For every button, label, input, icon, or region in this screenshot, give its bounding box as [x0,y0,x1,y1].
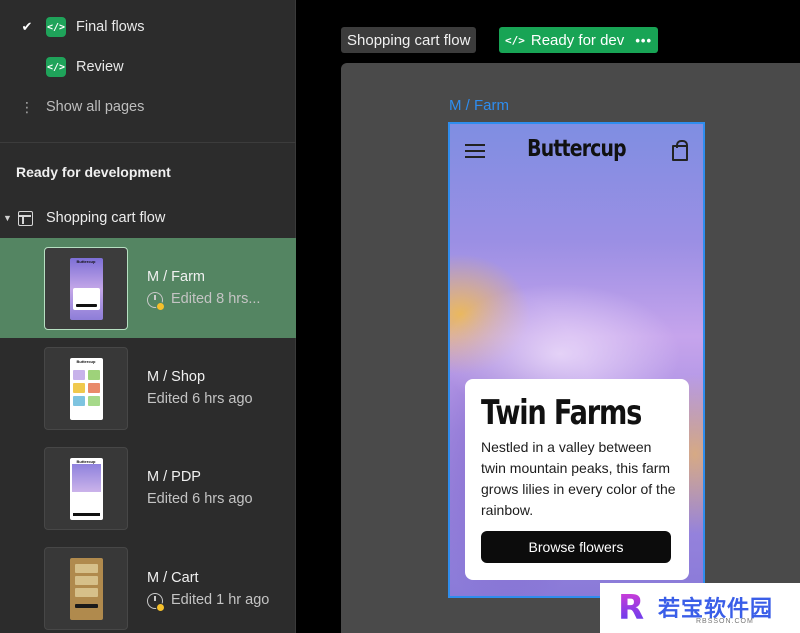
hero-card: Twin Farms Nestled in a valley between t… [465,379,689,580]
ready-for-dev-label: Ready for dev [530,31,625,49]
hero-description: Nestled in a valley between twin mountai… [481,439,676,518]
thumbnail-card [72,287,100,310]
frame-item-pdp[interactable]: Buttercup M / PDP Edited 6 hrs ago [0,438,296,538]
shopping-bag-icon[interactable] [672,140,688,161]
page-item-final-flows[interactable]: ✔ </> Final flows [0,7,296,47]
frame-name: M / Shop [147,369,206,385]
page-item-review[interactable]: </> Review [0,47,296,87]
show-all-pages-label: Show all pages [46,99,145,115]
thumbnail-button [74,603,98,608]
thumbnail-cart [69,557,103,620]
thumbnail-cell [72,369,85,380]
thumbnail-cell [74,587,98,597]
frame-thumbnail [44,547,128,630]
frame-item-shop[interactable]: Buttercup M / Shop Edited 6 hrs ago [0,338,296,438]
sidebar-divider [0,142,296,143]
code-icon: </> [505,33,525,47]
thumbnail-cell [74,563,98,573]
thumbnail-title: Buttercup [76,258,96,264]
frame-edited-time: Edited 6 hrs ago [147,391,253,407]
code-icon: </> [46,17,66,37]
frame-name: M / Farm [147,269,205,285]
watermark-subtext: RBSSON.COM [696,618,754,625]
sidebar: ✔ </> Final flows </> Review ⋮ Show all … [0,0,296,633]
thumbnail-farm: Buttercup [69,257,103,320]
frame-label[interactable]: M / Farm [449,97,509,114]
thumbnail-cell [87,382,100,393]
thumbnail-title: Buttercup [76,358,96,364]
watermark-logo-icon: R [618,591,650,625]
history-icon [147,593,165,612]
frame-thumbnail: Buttercup [44,447,128,530]
page-label: Review [76,59,124,75]
thumbnail-image [71,463,101,492]
check-icon: ✔ [21,19,33,34]
history-icon [147,292,165,311]
thumbnail-cell [87,369,100,380]
ready-for-dev-tag[interactable]: </> Ready for dev ••• [499,27,658,53]
flow-label: Shopping cart flow [46,210,166,226]
show-all-pages-button[interactable]: ⋮ Show all pages [0,87,296,127]
code-icon: </> [46,57,66,77]
frame-name: M / PDP [147,469,201,485]
watermark: R 若宝软件园 RBSSON.COM [600,583,800,633]
frame-thumbnail: Buttercup [44,247,128,330]
frame-edited-time: Edited 1 hr ago [171,592,270,608]
frame-thumbnail: Buttercup [44,347,128,430]
more-dots-icon[interactable]: ••• [635,33,652,48]
flow-tag[interactable]: Shopping cart flow [341,27,477,53]
thumbnail-shop: Buttercup [69,357,103,420]
frame-name: M / Cart [147,570,199,586]
thumbnail-cell [87,395,100,406]
more-vertical-icon: ⋮ [20,99,34,115]
frame-edited-time: Edited 8 hrs... [171,291,261,307]
thumbnail-button [72,512,100,516]
frame-icon [18,211,33,226]
section-title: Ready for development [16,164,171,180]
frame-item-cart[interactable]: M / Cart Edited 1 hr ago [0,538,296,633]
flow-item-shopping-cart[interactable]: ▼ Shopping cart flow [0,204,296,232]
browse-flowers-button[interactable]: Browse flowers [481,531,671,563]
phone-frame[interactable]: Buttercup Twin Farms Nestled in a valley… [448,122,705,598]
thumbnail-pdp: Buttercup [69,457,103,520]
thumbnail-cell [72,395,85,406]
brand-logo: Buttercup [527,136,626,162]
frame-item-farm[interactable]: Buttercup M / Farm Edited 8 hrs... [0,238,296,338]
page-label: Final flows [76,19,145,35]
hero-title: Twin Farms [481,393,642,433]
thumbnail-cell [74,575,98,585]
thumbnail-cell [72,382,85,393]
caret-down-icon[interactable]: ▼ [3,213,12,223]
frame-edited-time: Edited 6 hrs ago [147,491,253,507]
